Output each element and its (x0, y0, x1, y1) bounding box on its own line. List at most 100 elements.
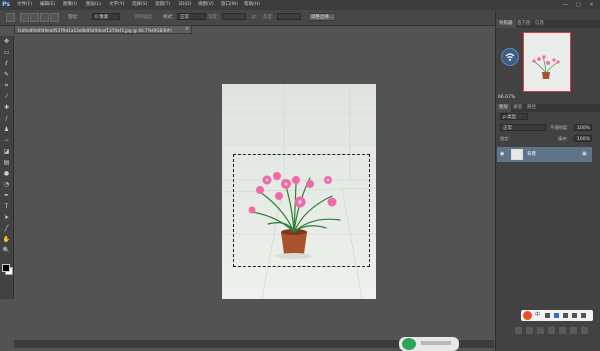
eyedropper-icon[interactable]: ⁄ (2, 93, 11, 101)
toolbox: ✥ ▭ ℓ ✎ ⌗ ⁄ ✚ ∕ ♟ ∽ ◪ ▤ ● ◔ ✒ T ➤ ╱ ✋ 🔍 (0, 36, 14, 299)
gradient-icon[interactable]: ▤ (2, 159, 11, 167)
type-icon[interactable]: T (2, 203, 11, 211)
swap-icon[interactable]: ⇄ (252, 14, 256, 21)
feather-label: 羽化: (68, 15, 79, 20)
photoshop-logo: Ps (1, 1, 11, 9)
link-layers-icon[interactable] (515, 327, 522, 334)
path-select-icon[interactable]: ➤ (2, 214, 11, 222)
lasso-icon[interactable]: ℓ (2, 60, 11, 68)
stamp-icon[interactable]: ♟ (2, 126, 11, 134)
menu-select[interactable]: 选择(S) (132, 1, 147, 9)
document-tab[interactable]: fcd0e80d4f49ea95379d1a53e0b95494cef1370a… (14, 25, 192, 34)
menu-file[interactable]: 文件(F) (17, 1, 32, 9)
tab-info[interactable]: 信息 (532, 20, 547, 28)
menu-help[interactable]: 帮助(H) (244, 1, 260, 9)
blur-icon[interactable]: ● (2, 170, 11, 178)
visibility-eye-icon[interactable]: ◉ (500, 152, 505, 157)
menu-filter[interactable]: 滤镜(T) (155, 1, 170, 9)
quick-select-icon[interactable]: ✎ (2, 71, 11, 79)
tab-paths[interactable]: 路径 (524, 104, 539, 112)
layer-style-icon[interactable] (526, 327, 533, 334)
opacity-label: 不透明度: (550, 125, 569, 130)
layers-tabs: 图层 通道 路径 (496, 104, 600, 112)
width-label: 宽度: (208, 15, 219, 20)
lock-label: 锁定: (500, 136, 510, 141)
blend-mode-select[interactable]: 正常 (500, 124, 546, 131)
zoom-icon[interactable]: 🔍 (2, 247, 11, 255)
ime-mic-icon[interactable] (554, 313, 559, 318)
zoom-readout[interactable]: 66.67% (498, 94, 598, 102)
hand-icon[interactable]: ✋ (2, 236, 11, 244)
history-brush-icon[interactable]: ∽ (2, 137, 11, 145)
layer-thumbnail (511, 149, 523, 160)
healing-icon[interactable]: ✚ (2, 104, 11, 112)
shape-icon[interactable]: ╱ (2, 225, 11, 233)
menu-view[interactable]: 视图(V) (198, 1, 214, 9)
menu-edit[interactable]: 编辑(E) (40, 1, 55, 9)
lock-icon[interactable]: ▣ (582, 151, 587, 158)
marquee-selection[interactable] (233, 154, 370, 267)
menu-image[interactable]: 图像(I) (63, 1, 77, 9)
wifi-icon[interactable] (501, 48, 519, 66)
dodge-icon[interactable]: ◔ (2, 181, 11, 189)
height-input[interactable] (277, 13, 301, 20)
close-window-button[interactable]: ✕ (586, 1, 597, 9)
add-mask-icon[interactable] (537, 327, 544, 334)
status-circle-icon (402, 338, 416, 350)
sogou-icon (523, 311, 532, 320)
move-icon[interactable]: ✥ (2, 38, 11, 46)
tab-navigator[interactable]: 导航器 (496, 20, 516, 28)
tab-channels[interactable]: 通道 (510, 104, 525, 112)
minimize-button[interactable]: — (560, 1, 571, 9)
pen-icon[interactable]: ✒ (2, 192, 11, 200)
brush-icon[interactable]: ∕ (2, 115, 11, 123)
navigator-tabs: 导航器 直方图 信息 (496, 20, 600, 28)
maximize-button[interactable]: □ (573, 1, 584, 9)
navigator-preview[interactable] (523, 32, 571, 92)
new-selection-icon[interactable] (20, 13, 29, 22)
height-label: 高度: (263, 15, 274, 20)
status-text (421, 341, 451, 345)
ime-shirt-icon[interactable] (572, 313, 577, 318)
menu-layer[interactable]: 图层(L) (86, 1, 101, 9)
ime-language[interactable]: 中 (535, 312, 540, 319)
menu-3d[interactable]: 3D(D) (178, 1, 191, 9)
opacity-input[interactable]: 100% (574, 124, 592, 131)
antialias-checkbox[interactable]: 消除锯齿 (134, 14, 152, 21)
ime-keyboard-icon[interactable] (563, 313, 568, 318)
feather-input[interactable]: 0 像素 (92, 13, 120, 20)
add-selection-icon[interactable] (30, 13, 39, 22)
menu-bar: Ps 文件(F) 编辑(E) 图像(I) 图层(L) 文字(Y) 选择(S) 滤… (0, 0, 600, 10)
ime-grid-icon[interactable] (581, 313, 586, 318)
close-tab-icon[interactable]: × (183, 25, 191, 34)
layer-name[interactable]: 背景 (527, 151, 536, 158)
delete-layer-icon[interactable] (581, 327, 588, 334)
intersect-selection-icon[interactable] (50, 13, 59, 22)
menu-type[interactable]: 文字(Y) (109, 1, 124, 9)
marquee-preset-icon[interactable] (6, 13, 15, 22)
ime-punct-icon[interactable] (545, 313, 550, 318)
foreground-color-swatch[interactable] (2, 264, 10, 272)
fill-label: 填充: (558, 136, 568, 141)
tab-histogram[interactable]: 直方图 (514, 20, 534, 28)
adjustment-layer-icon[interactable] (548, 327, 555, 334)
ime-toolbar[interactable]: 中 (521, 310, 593, 321)
fill-input[interactable]: 100% (574, 135, 592, 142)
crop-icon[interactable]: ⌗ (2, 82, 11, 90)
wifi-glyph-icon (505, 53, 515, 61)
new-layer-icon[interactable] (570, 327, 577, 334)
layer-kind-filter[interactable]: ρ 类型 (500, 113, 528, 120)
style-select[interactable]: 正常 (177, 13, 206, 20)
style-label: 样式: (163, 15, 174, 20)
subtract-selection-icon[interactable] (40, 13, 49, 22)
refine-edge-button[interactable]: 调整边缘... (308, 13, 336, 21)
width-input[interactable] (222, 13, 246, 20)
new-group-icon[interactable] (559, 327, 566, 334)
eraser-icon[interactable]: ◪ (2, 148, 11, 156)
layer-row-background[interactable]: ◉ 背景 ▣ (497, 147, 592, 162)
navigator-thumbnail (532, 55, 560, 79)
tab-layers[interactable]: 图层 (496, 104, 511, 112)
marquee-icon[interactable]: ▭ (2, 49, 11, 57)
menu-window[interactable]: 窗口(W) (221, 1, 238, 9)
floating-status-widget[interactable] (399, 337, 459, 351)
